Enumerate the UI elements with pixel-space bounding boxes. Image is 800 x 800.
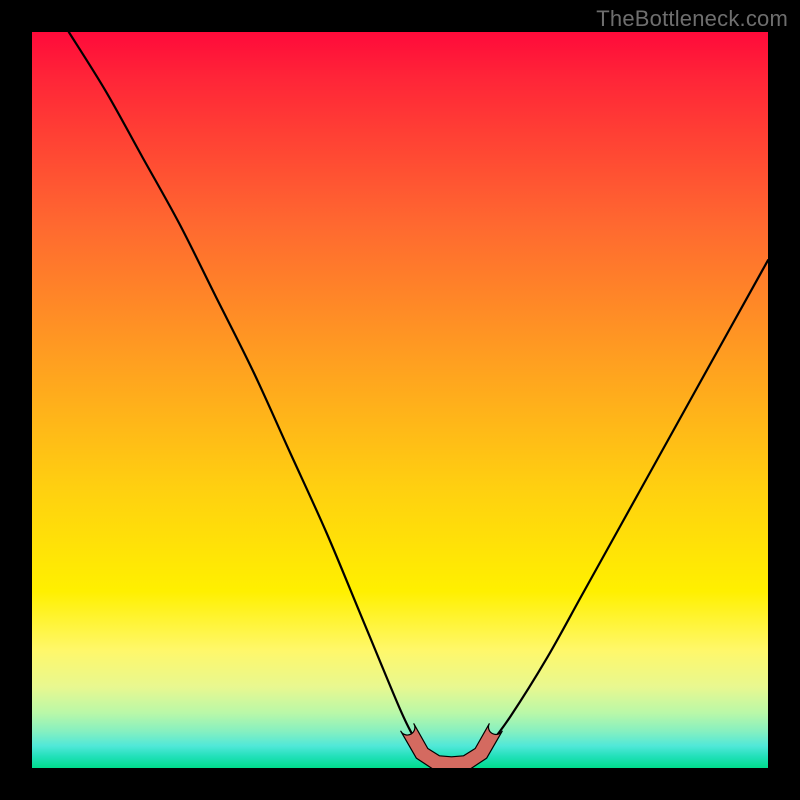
watermark-text: TheBottleneck.com — [596, 6, 788, 32]
chart-svg — [32, 32, 768, 768]
plot-area — [32, 32, 768, 768]
chart-frame: TheBottleneck.com — [0, 0, 800, 800]
optimal-range-marker — [401, 724, 502, 768]
bottleneck-curve — [69, 32, 768, 768]
